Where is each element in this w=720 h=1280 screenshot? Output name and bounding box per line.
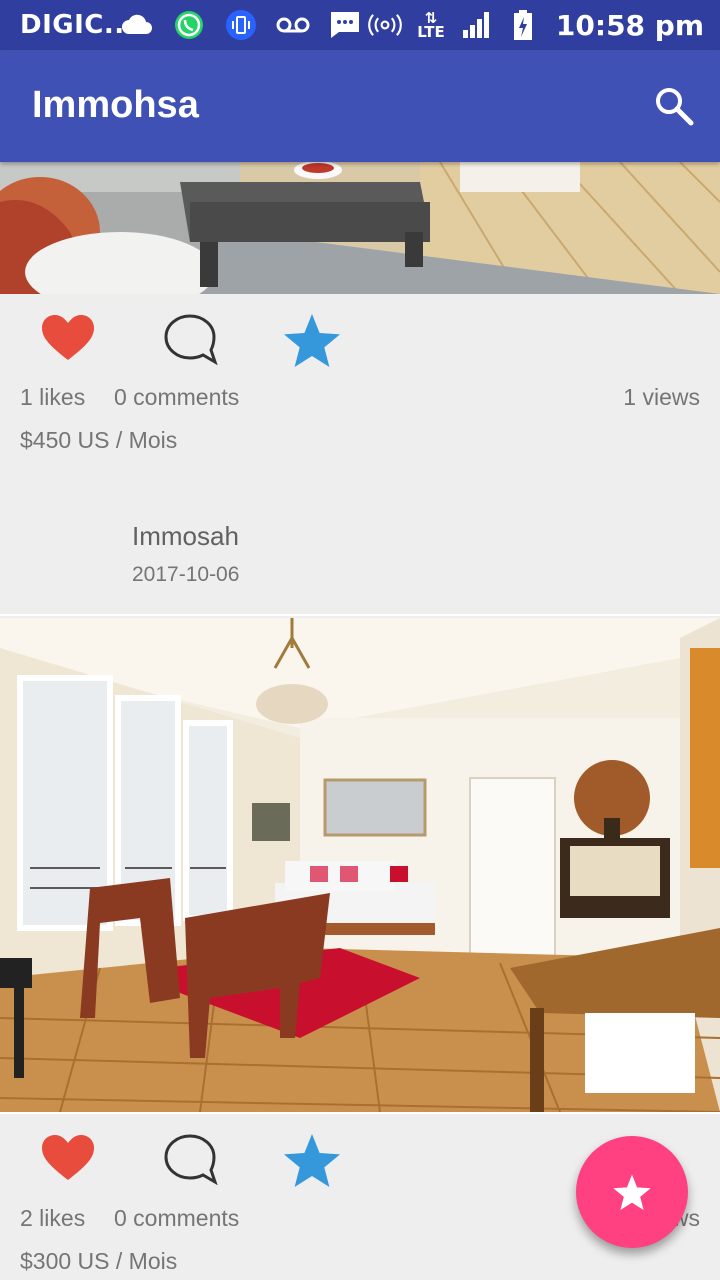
app-title: Immohsa bbox=[32, 84, 199, 126]
post-date: 2017-10-06 bbox=[132, 563, 240, 586]
carrier-name: DIGIC.. bbox=[20, 10, 125, 40]
views-count: 1 views bbox=[623, 384, 700, 410]
search-icon[interactable] bbox=[652, 84, 696, 128]
voicemail-icon bbox=[276, 8, 310, 42]
app-toolbar: Immohsa bbox=[0, 50, 720, 162]
battery-icon bbox=[506, 8, 540, 42]
whatsapp-icon bbox=[172, 8, 206, 42]
comment-bubble-icon[interactable] bbox=[162, 312, 218, 368]
vibrate-icon bbox=[224, 8, 258, 42]
listing-price: $450 US / Mois bbox=[20, 427, 178, 453]
clock: 10:58 pm bbox=[555, 9, 704, 42]
cloud-icon bbox=[120, 8, 154, 42]
notification-icons bbox=[120, 8, 362, 42]
like-heart-icon[interactable] bbox=[40, 312, 96, 368]
comments-count: 0 comments bbox=[114, 1205, 240, 1231]
likes-count: 2 likes bbox=[20, 1205, 86, 1231]
star-icon bbox=[613, 1174, 651, 1210]
hotspot-icon bbox=[368, 8, 402, 42]
comment-bubble-icon[interactable] bbox=[162, 1132, 218, 1188]
lte-icon: ⇅ LTE bbox=[414, 8, 448, 42]
favorite-star-icon[interactable] bbox=[282, 1132, 340, 1188]
message-icon bbox=[328, 8, 362, 42]
like-heart-icon[interactable] bbox=[40, 1132, 96, 1188]
listing-photo[interactable] bbox=[0, 162, 720, 294]
likes-count: 1 likes bbox=[20, 384, 86, 410]
comments-count: 0 comments bbox=[114, 384, 240, 410]
listing-photo[interactable] bbox=[0, 618, 720, 1112]
lte-label: LTE bbox=[417, 23, 445, 41]
system-icons: ⇅ LTE bbox=[368, 8, 540, 42]
signal-icon bbox=[460, 8, 494, 42]
post-stats: 1 likes 0 comments 1 views bbox=[0, 384, 720, 418]
listing-price: $300 US / Mois bbox=[20, 1248, 178, 1274]
status-bar: DIGIC.. ⇅ LTE 10:58 pm bbox=[0, 0, 720, 50]
favorites-fab-button[interactable] bbox=[576, 1136, 688, 1248]
post-divider bbox=[0, 614, 720, 616]
listing-feed[interactable]: 1 likes 0 comments 1 views $450 US / Moi… bbox=[0, 162, 720, 1280]
favorite-star-icon[interactable] bbox=[282, 312, 340, 368]
author-name: Immosah bbox=[132, 521, 239, 551]
post-actions bbox=[0, 294, 720, 374]
